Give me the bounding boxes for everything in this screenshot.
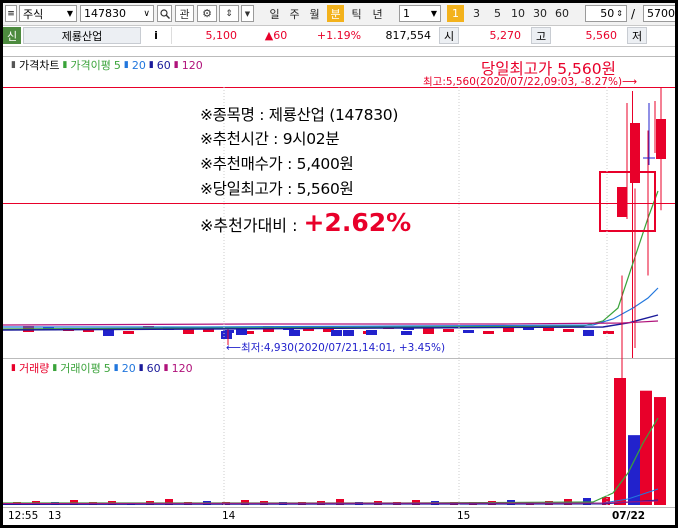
price-legend: ▮ 가격차트 ▮ 가격이평 5 ▮ 20 ▮ 60 ▮ 120 — [11, 58, 206, 73]
annotation-buy-price: ※추천매수가 : 5,400원 — [200, 155, 354, 173]
price-ma-label: 가격이평 — [70, 59, 111, 72]
annotation-stock-name: ※종목명 : 제룡산업 (147830) — [200, 106, 399, 124]
price-candle — [103, 330, 114, 336]
price-candle — [123, 331, 134, 334]
chart-window: ≡ 주식 ▼ 147830 ∨ 관 ⚙ ⇕ ▼ 일 주 월 분 틱 년 1 ▼ … — [3, 3, 675, 525]
ma120-line — [3, 320, 659, 326]
annotation-return: ※추천가대비 : +2.62% — [200, 208, 411, 237]
volume-legend-title: 거래량 — [18, 362, 50, 375]
volume-ma5: 5 — [103, 361, 111, 375]
volume-ma120: 120 — [171, 361, 193, 375]
legend-marker-icon: ▮ — [123, 60, 129, 70]
volume-ma60: 60 — [146, 361, 161, 375]
price-candle — [236, 329, 247, 335]
price-legend-title: 가격차트 — [18, 59, 60, 72]
price-ma20: 20 — [131, 58, 146, 72]
annotation-return-label: ※추천가대비 : — [200, 216, 298, 235]
ma60-line — [3, 314, 659, 331]
legend-marker-icon: ▮ — [52, 363, 58, 373]
annotation-return-value: +2.62% — [303, 208, 412, 237]
volume-bar — [654, 397, 666, 505]
ma20-line — [3, 287, 659, 328]
price-candle — [630, 123, 640, 183]
x-tick-0722: 07/22 — [612, 510, 646, 522]
x-tick-14: 14 — [222, 510, 236, 522]
volume-ma20: 20 — [121, 361, 136, 375]
high-marker-label: 최고:5,560(2020/07/22,09:03, -8.27%)⟶ — [423, 76, 638, 88]
annotation-high-price: ※당일최고가 : 5,560원 — [200, 180, 354, 198]
legend-marker-icon: ▮ — [163, 363, 169, 373]
volume-legend: ▮ 거래량 ▮ 거래이평 5 ▮ 20 ▮ 60 ▮ 120 — [11, 361, 196, 376]
price-candle — [343, 330, 354, 336]
price-candle — [401, 331, 412, 335]
price-candle — [423, 328, 434, 334]
x-tick-13: 13 — [48, 510, 62, 522]
legend-marker-icon: ▮ — [148, 60, 154, 70]
price-candle — [331, 330, 342, 336]
low-marker-label: ⟵최저:4,930(2020/07/21,14:01, +3.45%) — [226, 342, 446, 354]
price-candle — [443, 329, 454, 332]
volume-ma-label: 거래이평 — [60, 362, 101, 375]
price-candle — [617, 187, 627, 217]
volume-bar — [614, 378, 626, 505]
price-candle — [463, 330, 474, 333]
legend-marker-icon: ▮ — [173, 60, 179, 70]
price-candle — [366, 330, 377, 335]
price-ma120: 120 — [181, 58, 203, 72]
legend-marker-icon: ▮ — [113, 363, 119, 373]
volume-bar — [640, 390, 652, 505]
price-candle — [289, 330, 300, 336]
legend-marker-icon: ▮ — [11, 363, 16, 373]
price-candle — [483, 331, 494, 334]
volume-ma5-line — [3, 417, 659, 504]
price-candle — [603, 331, 614, 334]
price-candle — [221, 331, 232, 339]
x-tick-15: 15 — [457, 510, 471, 522]
price-ma60: 60 — [156, 58, 171, 72]
price-candle — [563, 329, 574, 332]
annotation-time: ※추천시간 : 9시02분 — [200, 130, 340, 148]
legend-marker-icon: ▮ — [11, 60, 16, 70]
price-candle — [583, 330, 594, 336]
price-ma5: 5 — [113, 58, 121, 72]
price-candle — [656, 119, 666, 159]
price-candle — [543, 328, 554, 331]
legend-marker-icon: ▮ — [62, 60, 68, 70]
x-axis-time: 12:55 — [8, 510, 39, 522]
legend-marker-icon: ▮ — [138, 363, 144, 373]
